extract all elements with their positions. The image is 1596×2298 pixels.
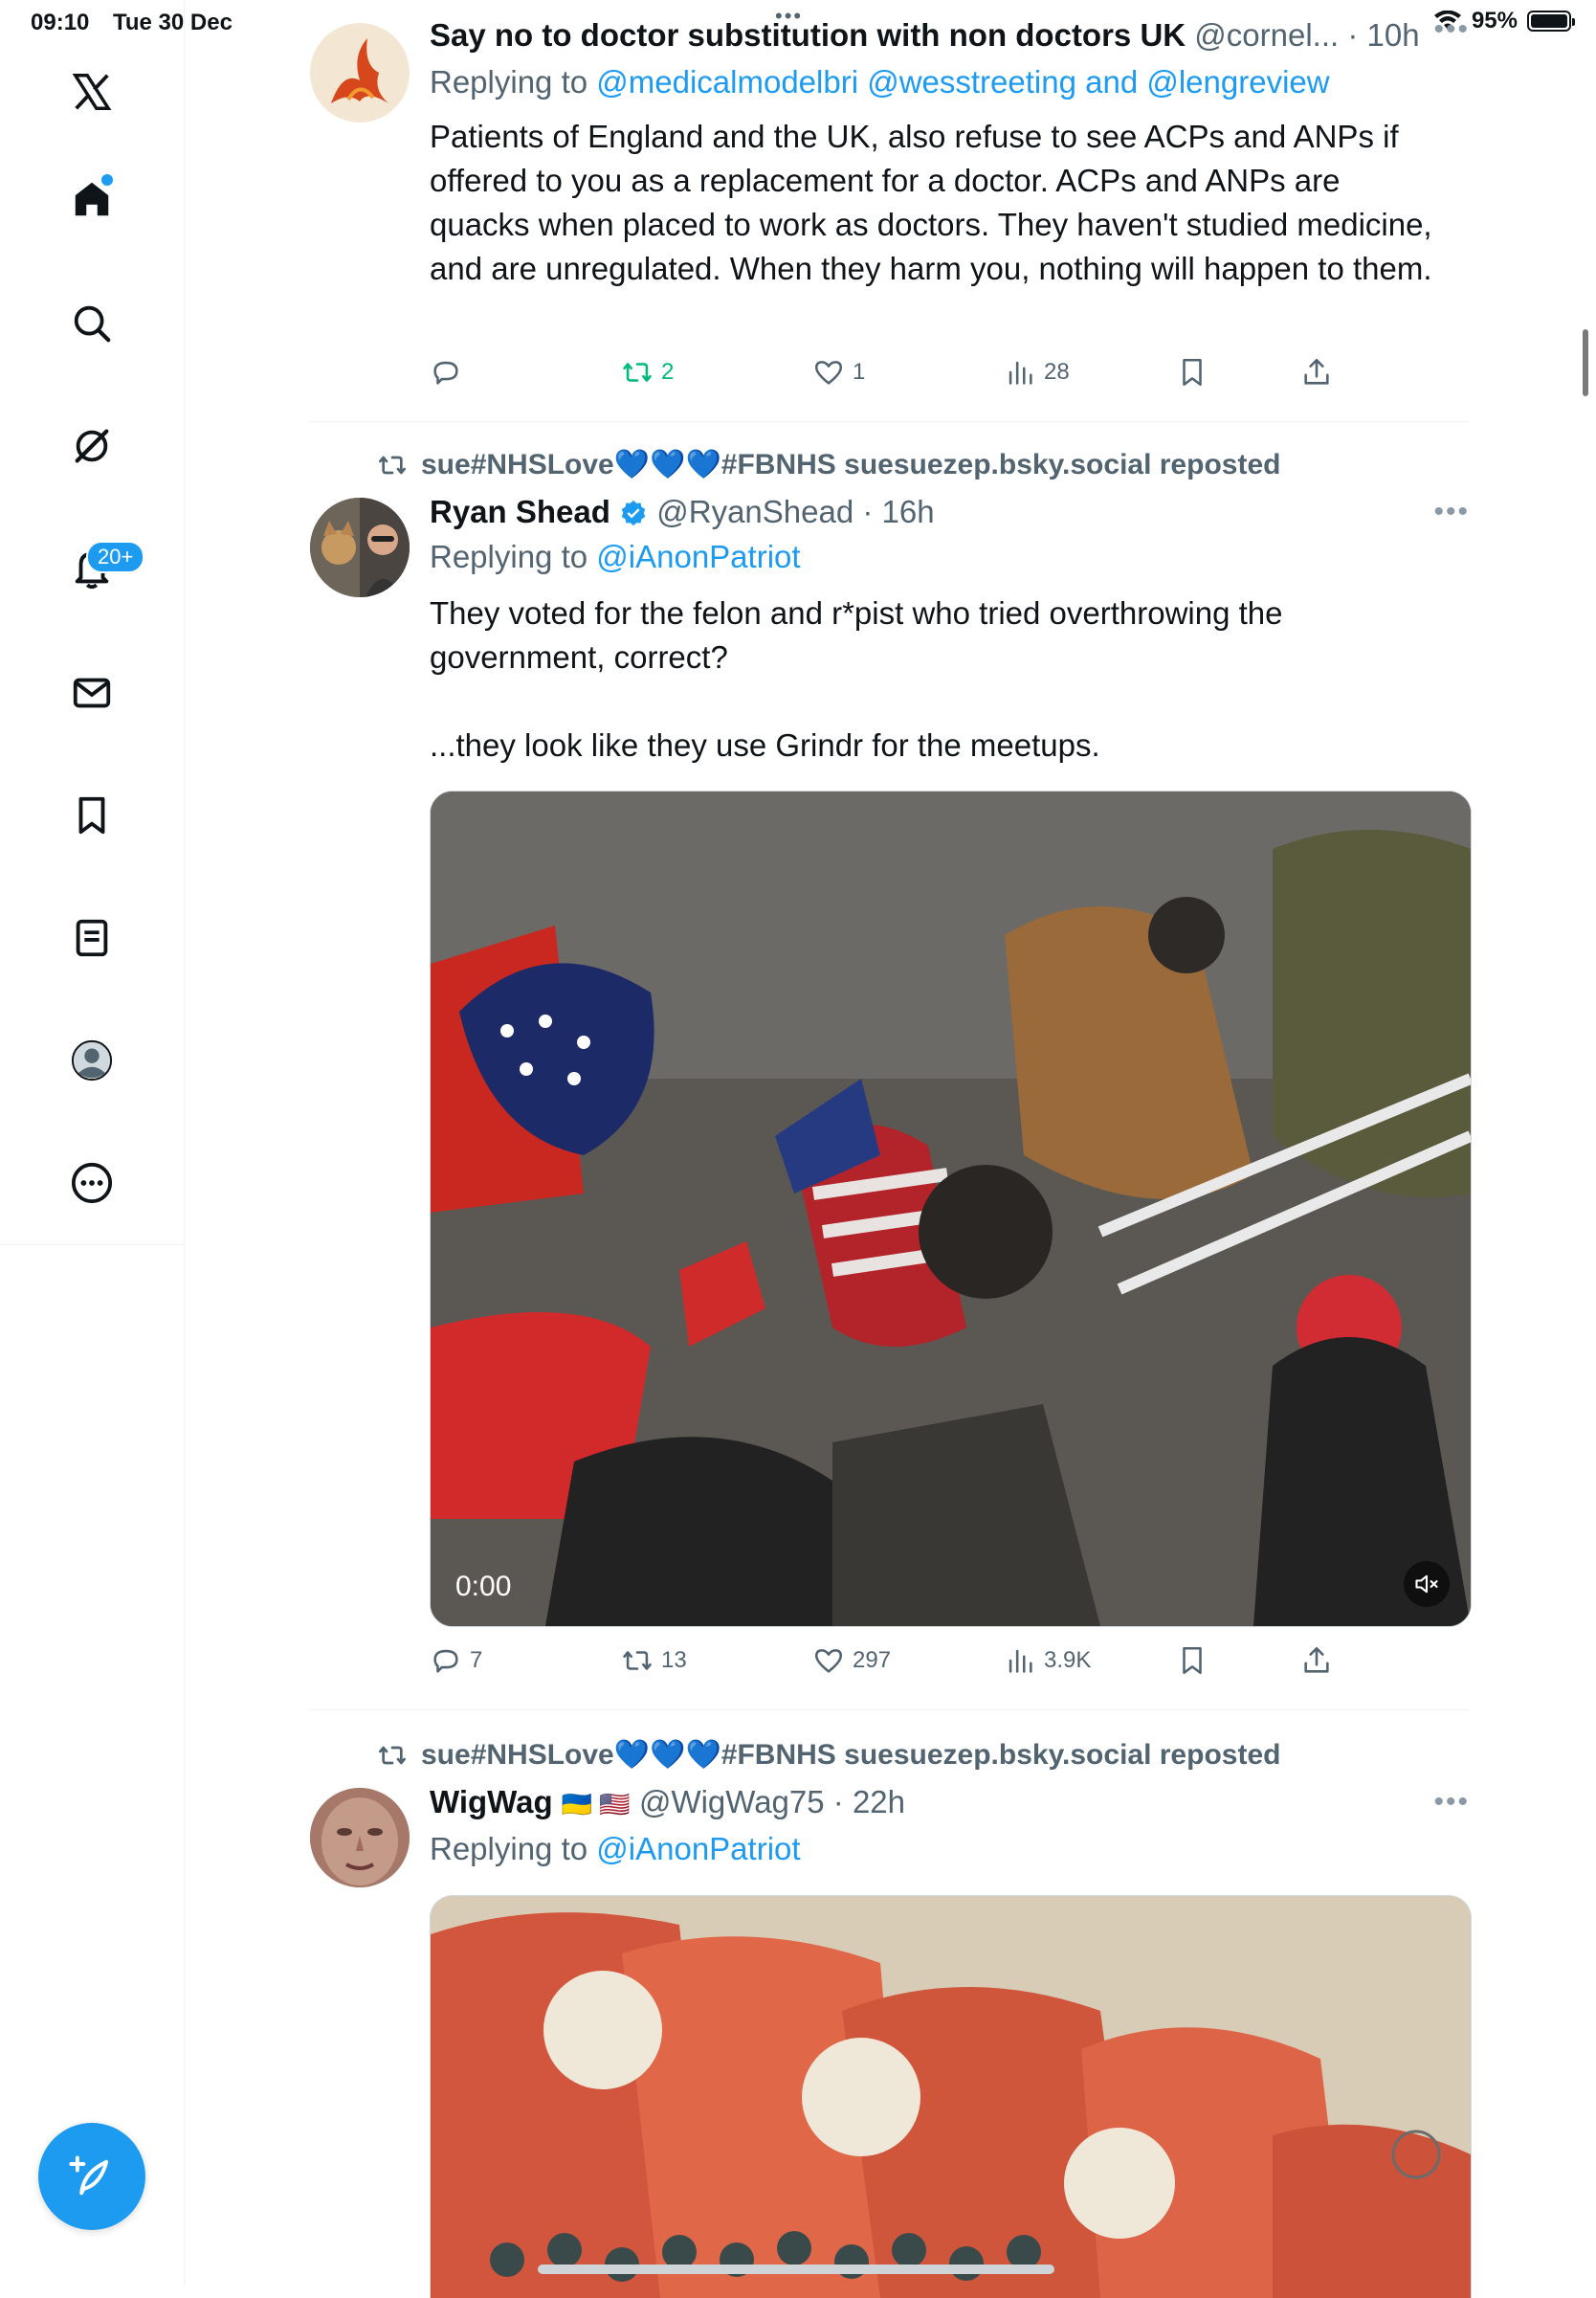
replying-to: Replying to @medicalmodelbri @wesstreeti…: [430, 61, 1470, 103]
more-icon[interactable]: [57, 1149, 126, 1217]
author-handle[interactable]: @WigWag75 · 22h: [639, 1784, 905, 1819]
heart-icon: [814, 1649, 843, 1673]
more-options-icon[interactable]: •••: [1433, 13, 1470, 46]
video-timestamp: 0:00: [455, 1571, 512, 1602]
heart-icon: [814, 361, 843, 385]
repost-button[interactable]: 2: [621, 356, 674, 389]
replying-to: Replying to @iAnonPatriot: [430, 1828, 1470, 1870]
grok-icon[interactable]: [57, 412, 126, 480]
repost-button[interactable]: 13: [621, 1644, 687, 1677]
tweet-image[interactable]: [430, 1895, 1472, 2298]
battery-icon: [1527, 11, 1575, 32]
like-button[interactable]: 297: [812, 1644, 891, 1677]
author-flags: 🇺🇦 🇺🇸: [561, 1790, 631, 1818]
author-handle[interactable]: @RyanShead · 16h: [656, 494, 934, 529]
tweet-actions: 7 13 297 3.9K: [430, 1644, 1470, 1683]
author-handle[interactable]: @cornel... · 10h: [1194, 17, 1419, 53]
repost-context[interactable]: sue#NHSLove💙💙💙#FBNHS suesuezep.bsky.soci…: [377, 1738, 1280, 1772]
views-icon: [1009, 1649, 1032, 1673]
tweet-header: Say no to doctor substitution with non d…: [430, 15, 1470, 56]
share-icon: [1304, 1646, 1329, 1673]
repost-count: 13: [661, 1647, 687, 1673]
bookmark-icon: [1183, 1646, 1202, 1675]
reply-button[interactable]: [430, 356, 470, 389]
avatar[interactable]: [310, 1788, 410, 1887]
notifications-badge: 20+: [86, 541, 145, 573]
home-indicator[interactable]: [538, 2265, 1054, 2274]
verified-badge-icon: [621, 500, 646, 526]
replying-to: Replying to @iAnonPatriot: [430, 536, 1470, 578]
muted-speaker-icon: [1415, 1574, 1438, 1594]
bookmark-button[interactable]: [1176, 356, 1208, 389]
reposted-by: sue#NHSLove💙💙💙#FBNHS suesuezep.bsky.soci…: [421, 449, 1281, 480]
author-name[interactable]: Ryan Shead: [430, 494, 610, 529]
like-button[interactable]: 1: [812, 356, 865, 389]
tweet-divider: [310, 421, 1470, 422]
mute-button[interactable]: [1404, 1561, 1450, 1607]
video-player[interactable]: 0:00: [430, 791, 1472, 1627]
poster-image: [431, 1896, 1471, 2298]
replying-to-label: Replying to: [430, 64, 597, 100]
like-count: 1: [853, 359, 866, 385]
reposted-by: sue#NHSLove💙💙💙#FBNHS suesuezep.bsky.soci…: [421, 1739, 1281, 1771]
tweet-actions: 2 1 28: [430, 356, 1470, 394]
view-count: 3.9K: [1044, 1647, 1092, 1673]
repost-icon: [379, 456, 406, 474]
reply-count: 7: [470, 1647, 483, 1673]
views-button[interactable]: 28: [1004, 356, 1070, 389]
author-name[interactable]: WigWag: [430, 1784, 553, 1819]
tweet-text: Patients of England and the UK, also ref…: [430, 119, 1441, 286]
view-count: 28: [1044, 359, 1070, 385]
bookmark-icon: [1183, 358, 1202, 387]
tweet-text: They voted for the felon and r*pist who …: [430, 595, 1283, 763]
replying-to-label: Replying to: [430, 539, 597, 574]
search-icon[interactable]: [57, 289, 126, 358]
video-frame: [431, 792, 1471, 1626]
home-icon[interactable]: [57, 165, 126, 234]
replying-to-label: Replying to: [430, 1831, 597, 1866]
reply-icon: [433, 1649, 458, 1673]
home-unread-dot: [101, 174, 113, 186]
reply-icon: [433, 361, 458, 385]
more-options-icon[interactable]: •••: [1433, 1786, 1470, 1818]
views-button[interactable]: 3.9K: [1004, 1644, 1091, 1677]
profile-icon[interactable]: [57, 1026, 126, 1095]
repost-icon: [623, 363, 652, 382]
author-name[interactable]: Say no to doctor substitution with non d…: [430, 17, 1186, 53]
share-button[interactable]: [1300, 356, 1333, 389]
share-button[interactable]: [1300, 1644, 1333, 1677]
compose-icon: [69, 2155, 109, 2196]
replying-to-links[interactable]: @iAnonPatriot: [596, 539, 800, 574]
repost-icon: [623, 1651, 652, 1670]
replying-to-links[interactable]: @iAnonPatriot: [596, 1831, 800, 1866]
tweet-header: Ryan Shead @RyanShead · 16h: [430, 492, 1470, 532]
compose-button[interactable]: [38, 2123, 145, 2230]
repost-count: 2: [661, 359, 675, 385]
repost-icon: [379, 1746, 406, 1764]
sidebar-divider: [0, 1244, 184, 1245]
avatar[interactable]: [310, 23, 410, 123]
messages-icon[interactable]: [57, 658, 126, 727]
bookmarks-icon[interactable]: [57, 781, 126, 850]
repost-context[interactable]: sue#NHSLove💙💙💙#FBNHS suesuezep.bsky.soci…: [377, 448, 1280, 481]
tweet-divider: [310, 1709, 1470, 1710]
share-icon: [1304, 358, 1329, 385]
like-count: 297: [853, 1647, 892, 1673]
x-logo-icon[interactable]: [57, 57, 126, 126]
scrollbar[interactable]: [1583, 329, 1588, 396]
replying-to-links[interactable]: @medicalmodelbri @wesstreeting and @leng…: [596, 64, 1329, 100]
sidebar: 20+: [0, 0, 185, 2286]
reply-button[interactable]: 7: [430, 1644, 482, 1677]
lists-icon[interactable]: [57, 904, 126, 972]
bookmark-button[interactable]: [1176, 1644, 1208, 1677]
battery-percent: 95%: [1471, 8, 1518, 33]
avatar[interactable]: [310, 498, 410, 597]
views-icon: [1009, 361, 1032, 385]
more-options-icon[interactable]: •••: [1433, 496, 1470, 528]
tweet-header: WigWag 🇺🇦 🇺🇸 @WigWag75 · 22h: [430, 1782, 1470, 1824]
